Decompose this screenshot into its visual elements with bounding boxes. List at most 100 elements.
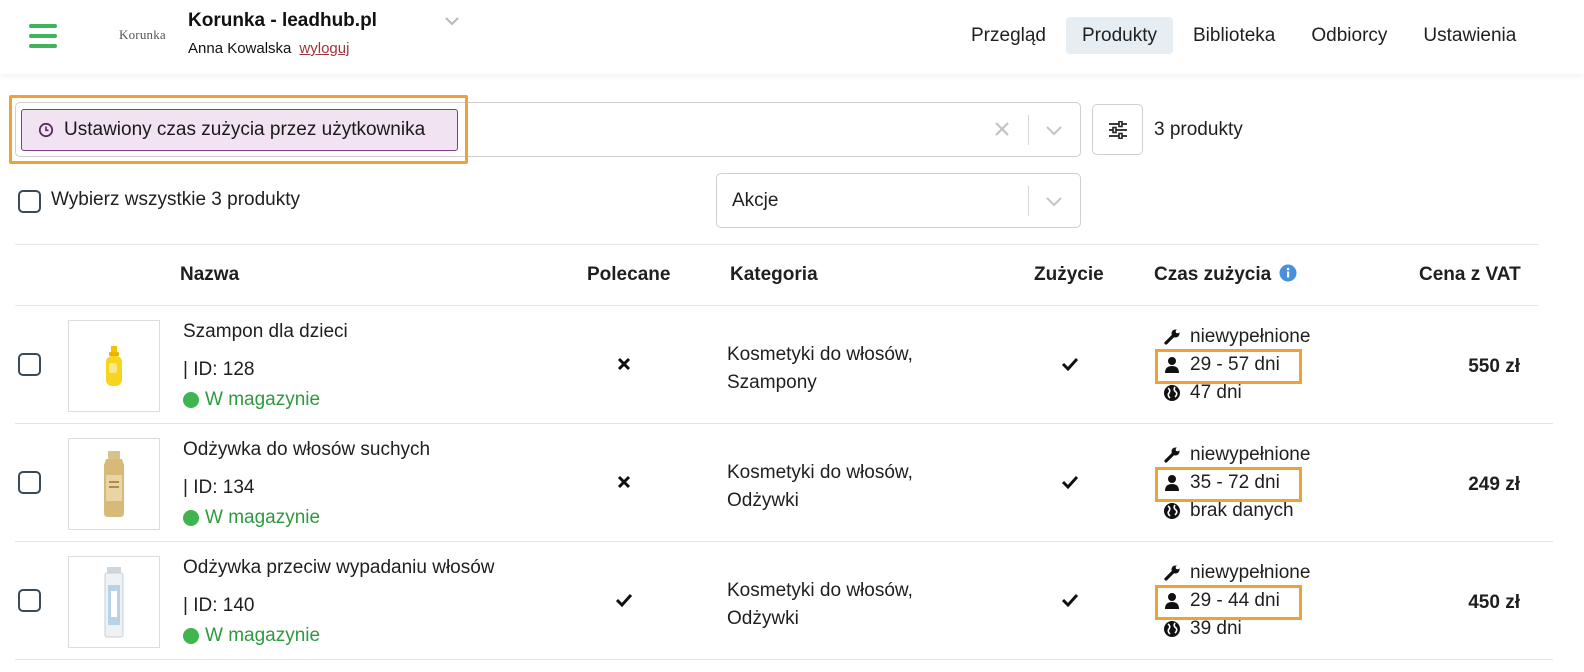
user-icon	[1165, 357, 1179, 373]
product-thumbnail[interactable]	[68, 320, 160, 412]
stock-label: W magazynie	[205, 625, 321, 646]
nav-item-ustawienia[interactable]: Ustawienia	[1407, 17, 1532, 54]
check-icon	[1061, 593, 1079, 608]
usage-time-global-value: brak danych	[1190, 500, 1294, 521]
filter-divider	[1028, 115, 1029, 145]
category-line: Kosmetyki do włosów,	[727, 580, 913, 601]
filter-tag-label: Ustawiony czas zużycia przez użytkownika	[64, 119, 426, 140]
product-category: Kosmetyki do włosów, Szampony	[727, 341, 913, 397]
stock-status: W magazynie	[183, 507, 320, 529]
column-header-price[interactable]: Cena z VAT	[1419, 264, 1521, 286]
category-line: Kosmetyki do włosów,	[727, 344, 913, 365]
info-icon[interactable]	[1279, 264, 1297, 282]
stock-status: W magazynie	[183, 625, 320, 647]
usage-time-global: 39 dni	[1163, 618, 1242, 640]
stock-dot-icon	[183, 628, 199, 644]
check-icon	[1061, 357, 1079, 372]
product-id: | ID: 140	[183, 595, 255, 616]
logout-link[interactable]: wyloguj	[299, 40, 349, 57]
category-line: Szampony	[727, 372, 817, 393]
chevron-down-icon[interactable]	[444, 14, 460, 28]
stock-status: W magazynie	[183, 389, 320, 411]
cross-icon	[617, 357, 631, 371]
clock-icon	[38, 122, 54, 138]
chevron-down-icon[interactable]	[1044, 122, 1064, 138]
row-checkbox[interactable]	[18, 353, 41, 376]
chevron-down-icon[interactable]	[1044, 193, 1064, 209]
product-count: 3 produkty	[1154, 119, 1243, 140]
product-name[interactable]: Odżywka przeciw wypadaniu włosów	[183, 557, 495, 579]
usage-time-manual-value: niewypełnione	[1190, 562, 1311, 583]
actions-select[interactable]: Akcje	[716, 173, 1081, 228]
filter-tag[interactable]: Ustawiony czas zużycia przez użytkownika	[21, 109, 458, 151]
column-header-usage-time[interactable]: Czas zużycia	[1154, 264, 1297, 286]
wrench-icon	[1164, 565, 1180, 581]
sliders-icon	[1108, 120, 1127, 139]
stock-label: W magazynie	[205, 389, 321, 410]
globe-icon	[1164, 503, 1180, 519]
usage-time-manual-value: niewypełnione	[1190, 326, 1311, 347]
account-title[interactable]: Korunka - leadhub.pl	[188, 10, 377, 32]
nav-item-odbiorcy[interactable]: Odbiorcy	[1295, 17, 1403, 54]
select-all-checkbox[interactable]	[18, 190, 41, 213]
column-header-name[interactable]: Nazwa	[180, 264, 239, 286]
product-thumbnail[interactable]	[68, 438, 160, 530]
product-price: 450 zł	[1468, 592, 1520, 613]
row-checkbox[interactable]	[18, 589, 41, 612]
usage-time-user-value: 29 - 57 dni	[1190, 354, 1280, 375]
product-category: Kosmetyki do włosów, Odżywki	[727, 577, 913, 633]
usage-time-global-value: 47 dni	[1190, 382, 1242, 403]
usage-time-user: 29 - 44 dni	[1163, 590, 1280, 612]
category-line: Odżywki	[727, 608, 799, 629]
cross-icon	[617, 475, 631, 489]
close-icon[interactable]	[991, 118, 1013, 140]
product-thumbnail[interactable]	[68, 556, 160, 648]
product-category: Kosmetyki do włosów, Odżywki	[727, 459, 913, 515]
table-row: Odżywka do włosów suchych | ID: 134 W ma…	[15, 424, 1553, 542]
nav-item-przeglad[interactable]: Przegląd	[955, 17, 1062, 54]
top-header: Korunka Korunka - leadhub.pl Anna Kowals…	[0, 0, 1584, 74]
product-name[interactable]: Szampon dla dzieci	[183, 321, 348, 343]
table-row: Odżywka przeciw wypadaniu włosów | ID: 1…	[15, 542, 1553, 660]
select-all-label[interactable]: Wybierz wszystkie 3 produkty	[51, 189, 300, 211]
column-header-category[interactable]: Kategoria	[730, 264, 818, 286]
check-icon	[616, 593, 632, 608]
shampoo-bottle-image	[106, 346, 122, 386]
category-line: Odżywki	[727, 490, 799, 511]
usage-time-user: 29 - 57 dni	[1163, 354, 1280, 376]
usage-time-manual: niewypełnione	[1163, 562, 1310, 584]
product-name[interactable]: Odżywka do włosów suchych	[183, 439, 430, 461]
product-id: | ID: 128	[183, 359, 255, 380]
hamburger-icon[interactable]	[29, 24, 57, 48]
usage-time-global-value: 39 dni	[1190, 618, 1242, 639]
usage-time-global: 47 dni	[1163, 382, 1242, 404]
globe-icon	[1164, 385, 1180, 401]
column-header-usage-time-label: Czas zużycia	[1154, 264, 1272, 285]
user-icon	[1165, 593, 1179, 609]
usage-time-manual-value: niewypełnione	[1190, 444, 1311, 465]
column-header-usage[interactable]: Zużycie	[1034, 264, 1104, 286]
product-id: | ID: 134	[183, 477, 255, 498]
filter-settings-button[interactable]	[1092, 104, 1143, 155]
check-icon	[1061, 475, 1079, 490]
conditioner-bottle-image	[104, 451, 124, 517]
user-name: Anna Kowalska	[188, 40, 292, 57]
actions-select-value: Akcje	[732, 190, 779, 211]
usage-time-manual: niewypełnione	[1163, 444, 1310, 466]
stock-dot-icon	[183, 392, 199, 408]
conditioner-bottle-image	[104, 567, 124, 638]
wrench-icon	[1164, 447, 1180, 463]
globe-icon	[1164, 621, 1180, 637]
user-icon	[1165, 475, 1179, 491]
category-line: Kosmetyki do włosów,	[727, 462, 913, 483]
column-header-recommended[interactable]: Polecane	[587, 264, 670, 286]
usage-time-user: 35 - 72 dni	[1163, 472, 1280, 494]
product-price: 249 zł	[1468, 474, 1520, 495]
nav-item-biblioteka[interactable]: Biblioteka	[1177, 17, 1291, 54]
usage-time-global: brak danych	[1163, 500, 1294, 522]
row-checkbox[interactable]	[18, 471, 41, 494]
usage-time-manual: niewypełnione	[1163, 326, 1310, 348]
nav-item-produkty[interactable]: Produkty	[1066, 17, 1173, 54]
stock-label: W magazynie	[205, 507, 321, 528]
wrench-icon	[1164, 329, 1180, 345]
